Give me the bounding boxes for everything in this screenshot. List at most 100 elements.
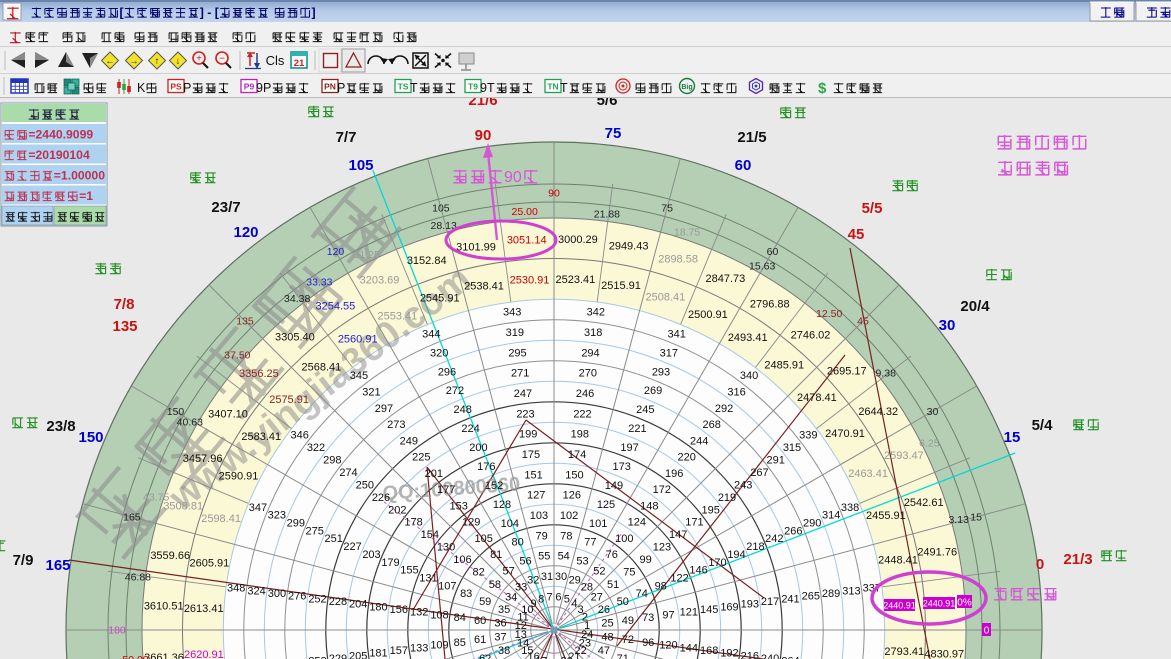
svg-text:45: 45 <box>857 316 869 328</box>
svg-text:265: 265 <box>802 591 820 603</box>
svg-text:2949.43: 2949.43 <box>609 241 649 253</box>
svg-text:270: 270 <box>579 368 597 380</box>
svg-text:180: 180 <box>369 601 387 613</box>
svg-text:219: 219 <box>718 492 736 504</box>
svg-text:290: 290 <box>803 518 821 530</box>
svg-text:339: 339 <box>799 429 817 441</box>
svg-text:322: 322 <box>307 442 325 454</box>
svg-text:2491.76: 2491.76 <box>917 547 957 559</box>
svg-text:→: → <box>129 56 139 67</box>
svg-text:343: 343 <box>503 307 521 319</box>
svg-text:103: 103 <box>530 510 548 522</box>
svg-text:3457.96: 3457.96 <box>183 453 223 465</box>
svg-text:267: 267 <box>750 467 768 479</box>
svg-text:74: 74 <box>636 588 648 600</box>
svg-text:126: 126 <box>563 490 581 502</box>
svg-text:317: 317 <box>660 347 678 359</box>
svg-text:37.50: 37.50 <box>224 349 250 361</box>
svg-text:344: 344 <box>422 328 440 340</box>
svg-text:3610.51: 3610.51 <box>144 601 184 613</box>
svg-text:47: 47 <box>598 645 610 657</box>
svg-text:81: 81 <box>490 549 502 561</box>
svg-text:←: ← <box>105 56 115 67</box>
svg-text:165: 165 <box>123 511 141 523</box>
svg-text:127: 127 <box>527 490 545 502</box>
svg-text:177: 177 <box>437 484 455 496</box>
svg-text:297: 297 <box>375 403 393 415</box>
svg-text:169: 169 <box>720 601 738 613</box>
svg-text:2568.41: 2568.41 <box>302 362 342 374</box>
svg-text:341: 341 <box>668 328 686 340</box>
svg-text:274: 274 <box>339 467 357 479</box>
svg-text:179: 179 <box>381 557 399 569</box>
svg-text:4830.97: 4830.97 <box>924 648 964 659</box>
svg-text:196: 196 <box>665 468 683 480</box>
svg-text:156: 156 <box>390 604 408 616</box>
svg-text:52: 52 <box>593 565 605 577</box>
svg-text:106: 106 <box>453 554 471 566</box>
svg-text:252: 252 <box>308 593 326 605</box>
svg-text:7/9: 7/9 <box>13 552 34 569</box>
svg-text:104: 104 <box>501 518 519 530</box>
svg-text:2644.32: 2644.32 <box>858 406 898 418</box>
svg-text:9T: 9T <box>480 81 495 95</box>
svg-text:54: 54 <box>558 551 570 563</box>
svg-text:18.75: 18.75 <box>674 227 700 239</box>
svg-text:53: 53 <box>576 556 588 568</box>
svg-text:15: 15 <box>970 511 982 523</box>
svg-text:108: 108 <box>430 609 448 621</box>
svg-text:24: 24 <box>581 629 593 641</box>
svg-text:220: 220 <box>678 452 696 464</box>
svg-text:122: 122 <box>670 573 688 585</box>
svg-text:2463.41: 2463.41 <box>848 468 888 480</box>
svg-text:59: 59 <box>479 596 491 608</box>
svg-text:181: 181 <box>369 648 387 659</box>
svg-text:318: 318 <box>584 327 602 339</box>
svg-text:201: 201 <box>425 468 443 480</box>
svg-text:2538.41: 2538.41 <box>464 281 504 293</box>
svg-text:250: 250 <box>356 479 374 491</box>
svg-text:3.13: 3.13 <box>948 514 969 526</box>
svg-text:57: 57 <box>502 565 514 577</box>
svg-text:56: 56 <box>519 556 531 568</box>
svg-text:40.63: 40.63 <box>177 416 203 428</box>
svg-text:90: 90 <box>548 188 560 200</box>
svg-text:75: 75 <box>623 567 635 579</box>
svg-text:109: 109 <box>430 640 448 652</box>
svg-text:2593.47: 2593.47 <box>884 450 924 462</box>
svg-text:79: 79 <box>535 530 547 542</box>
svg-text:2545.91: 2545.91 <box>420 293 460 305</box>
svg-text:2542.61: 2542.61 <box>904 497 944 509</box>
svg-text:2470.91: 2470.91 <box>825 428 865 440</box>
svg-text:131: 131 <box>419 573 437 585</box>
svg-text:121: 121 <box>680 607 698 619</box>
svg-text:102: 102 <box>560 510 578 522</box>
svg-text:96: 96 <box>642 637 654 649</box>
svg-text:146: 146 <box>689 565 707 577</box>
svg-text:276: 276 <box>288 591 306 603</box>
svg-text:45: 45 <box>848 226 865 243</box>
svg-text:172: 172 <box>653 484 671 496</box>
svg-text:204: 204 <box>349 599 367 611</box>
svg-text:77: 77 <box>584 537 596 549</box>
svg-text:171: 171 <box>685 517 703 529</box>
svg-text:Cls: Cls <box>266 53 285 68</box>
svg-text:120: 120 <box>233 224 258 241</box>
svg-text:32: 32 <box>527 575 539 587</box>
svg-text:268: 268 <box>703 419 721 431</box>
svg-text:197: 197 <box>620 442 638 454</box>
svg-text:34: 34 <box>505 592 517 604</box>
svg-text:PN: PN <box>324 82 336 92</box>
svg-text:34.38: 34.38 <box>284 293 310 305</box>
svg-text:3356.25: 3356.25 <box>239 368 279 380</box>
svg-text:=1.00000: =1.00000 <box>54 169 105 183</box>
svg-text:170: 170 <box>708 557 726 569</box>
svg-text:123: 123 <box>653 542 671 554</box>
svg-text:155: 155 <box>400 565 418 577</box>
svg-text:50: 50 <box>617 596 629 608</box>
svg-text:38: 38 <box>498 645 510 657</box>
svg-text:83: 83 <box>460 588 472 600</box>
svg-text:62: 62 <box>479 653 491 659</box>
svg-text:=20190104: =20190104 <box>28 148 90 162</box>
svg-text:291: 291 <box>767 454 785 466</box>
